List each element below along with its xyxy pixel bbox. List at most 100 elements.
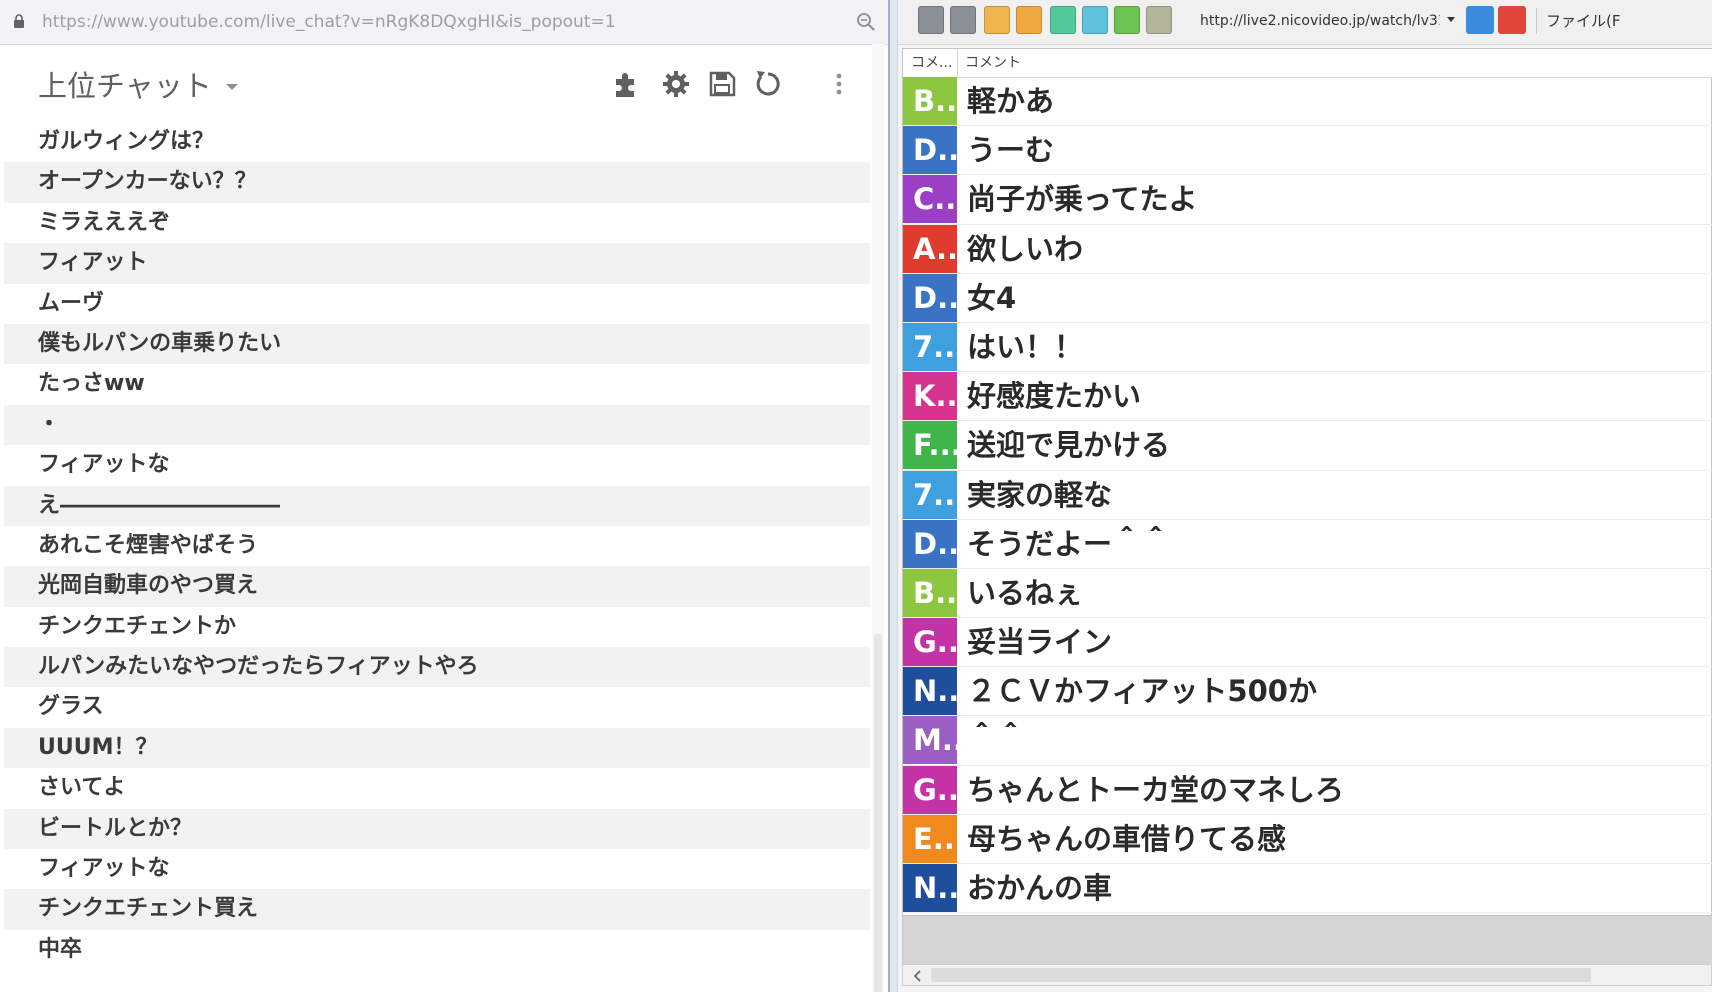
url-text[interactable]: https://www.youtube.com/live_chat?v=nRgK… <box>42 11 822 33</box>
comment-user-id: G... <box>903 765 957 814</box>
comment-text: ちゃんとトーカ堂のマネしろ <box>967 772 1345 807</box>
comment-user-id: G... <box>903 618 957 667</box>
comment-row[interactable]: 7... はい！！ <box>903 322 1712 373</box>
comment-text: 軽かあ <box>967 84 1055 118</box>
horizontal-scroll-thumb[interactable] <box>931 968 1591 982</box>
column-header-id[interactable]: コメ... <box>911 51 955 75</box>
chat-message: あれこそ煙害やばそう <box>38 532 259 558</box>
comment-user-id: E... <box>903 814 957 863</box>
comment-text: 妥当ライン <box>967 625 1113 660</box>
toolbar-icon-6[interactable] <box>1082 6 1108 34</box>
chat-message: グラス <box>38 694 104 720</box>
chat-message: ムーヴ <box>38 290 105 316</box>
comment-text: 女4 <box>967 280 1017 315</box>
chat-message: フィアットな <box>38 452 170 478</box>
comment-row[interactable]: B... 軽かあ <box>903 77 1712 127</box>
toolbar-icon-1[interactable] <box>918 6 944 34</box>
settings-icon[interactable] <box>660 68 692 100</box>
more-vert-icon[interactable] <box>830 68 848 100</box>
chat-scrollbar[interactable] <box>872 44 884 992</box>
chat-message: フィアット <box>4 243 870 284</box>
toolbar-icon-4[interactable] <box>1016 6 1042 34</box>
toolbar-icon-2[interactable] <box>950 6 976 34</box>
chat-message: ・ <box>4 404 870 446</box>
comment-row[interactable]: G... 妥当ライン <box>903 618 1712 668</box>
comment-row[interactable]: D... そうだよー＾＾ <box>903 519 1712 569</box>
dropdown-icon[interactable] <box>1446 16 1456 24</box>
lock-icon <box>14 14 24 28</box>
chat-message: 中卒 <box>38 936 83 962</box>
comment-row[interactable]: F... 送迎で見かける <box>903 421 1712 471</box>
chat-message: オープンカーない？？ <box>4 162 870 203</box>
comment-user-id: D... <box>903 273 957 322</box>
disconnect-icon[interactable] <box>1498 6 1526 34</box>
comment-text: 尚子が乗ってたよ <box>967 182 1198 217</box>
comment-user-id: K... <box>903 372 957 421</box>
comment-row[interactable]: A... 欲しいわ <box>903 224 1712 274</box>
youtube-chat-window: https://www.youtube.com/live_chat?v=nRgK… <box>0 0 888 992</box>
connect-icon[interactable] <box>1466 6 1494 34</box>
chat-scroll-thumb[interactable] <box>874 634 882 992</box>
comment-row[interactable]: N... ２ＣＶかフィアット500か <box>903 667 1712 717</box>
comment-user-id: D... <box>903 126 957 175</box>
comment-user-id: D... <box>903 519 957 568</box>
chat-message: チンクエチェント買え <box>4 889 870 930</box>
chat-message: たっさww <box>38 371 145 397</box>
comment-text: はい！！ <box>967 329 1084 364</box>
chat-message: 僕もルパンの車乗りたい <box>4 323 870 365</box>
chat-message: ガルウィングは？ <box>38 129 215 154</box>
menu-file[interactable]: ファイル(F <box>1546 10 1620 32</box>
address-bar: https://www.youtube.com/live_chat?v=nRgK… <box>0 0 888 45</box>
toolbar-icon-3[interactable] <box>984 6 1010 34</box>
chat-message: え―――――――――― <box>4 485 870 526</box>
chat-message: UUUM！？ <box>4 727 870 769</box>
toolbar-icon-8[interactable] <box>1146 6 1172 34</box>
toolbar-icon-5[interactable] <box>1050 6 1076 34</box>
chat-message: ルパンみたいなやつだったらフィアットやろ <box>4 647 870 688</box>
comment-viewer-window: http://live2.nicovideo.jp/watch/lv318077… <box>898 0 1712 992</box>
comment-row[interactable]: D... 女4 <box>903 273 1712 323</box>
comment-row[interactable]: C... 尚子が乗ってたよ <box>903 175 1712 225</box>
toolbar-icon-7[interactable] <box>1114 6 1140 34</box>
viewer-toolbar: http://live2.nicovideo.jp/watch/lv318077… <box>898 0 1712 45</box>
chevron-down-icon[interactable] <box>224 82 240 92</box>
comment-row[interactable]: E... 母ちゃんの車借りてる感 <box>903 814 1712 864</box>
comment-user-id: A... <box>903 224 957 273</box>
comment-text: そうだよー＾＾ <box>967 526 1171 561</box>
extension-icon[interactable] <box>610 68 642 100</box>
horizontal-scrollbar[interactable] <box>902 964 1712 986</box>
comment-user-id: 7... <box>903 322 957 371</box>
column-header-comment[interactable]: コメント <box>965 51 1021 75</box>
column-separator[interactable] <box>957 49 958 77</box>
comment-text: 欲しいわ <box>967 231 1084 266</box>
window-divider <box>888 0 898 992</box>
comment-row[interactable]: M... ＾＾ <box>903 716 1712 766</box>
comment-user-id: C... <box>903 175 957 224</box>
comment-text: 好感度たかい <box>967 379 1142 414</box>
chat-message-list[interactable]: ガルウィングは？ オープンカーない？？ ミラえええぞ フィアット ムーヴ 僕もル… <box>4 122 870 970</box>
comment-user-id: 7... <box>903 470 957 519</box>
comment-row[interactable]: B... いるねぇ <box>903 568 1712 619</box>
comment-row[interactable]: 7... 実家の軽な <box>903 470 1712 520</box>
save-icon[interactable] <box>706 68 738 100</box>
chat-message: ビートルとか？ <box>4 808 870 850</box>
comment-row[interactable]: K... 好感度たかい <box>903 372 1712 422</box>
chat-message: ミラえええぞ <box>38 209 171 235</box>
comment-user-id: M... <box>903 716 957 765</box>
comment-user-id: N... <box>903 864 957 912</box>
chat-message: さいてよ <box>38 775 126 801</box>
comment-row[interactable]: N... おかんの車 <box>903 864 1712 914</box>
refresh-icon[interactable] <box>752 68 784 100</box>
comment-row[interactable]: G... ちゃんとトーカ堂のマネしろ <box>903 765 1712 815</box>
comment-user-id: F... <box>903 421 957 470</box>
comment-user-id: B... <box>903 77 957 125</box>
grid-empty-area <box>902 916 1712 968</box>
broadcast-url-field[interactable]: http://live2.nicovideo.jp/watch/lv318077… <box>1200 10 1440 32</box>
comment-row[interactable]: D... うーむ <box>903 126 1712 176</box>
chat-mode-selector[interactable]: 上位チャット <box>38 66 212 106</box>
comment-user-id: N... <box>903 667 957 716</box>
scroll-left-icon[interactable] <box>913 970 923 982</box>
zoom-icon[interactable] <box>856 12 876 32</box>
grid-header: コメ... コメント <box>903 49 1712 78</box>
comment-grid[interactable]: コメ... コメント B... 軽かあ D... うーむ C... 尚子が乗ってたよ A..… <box>902 48 1712 916</box>
